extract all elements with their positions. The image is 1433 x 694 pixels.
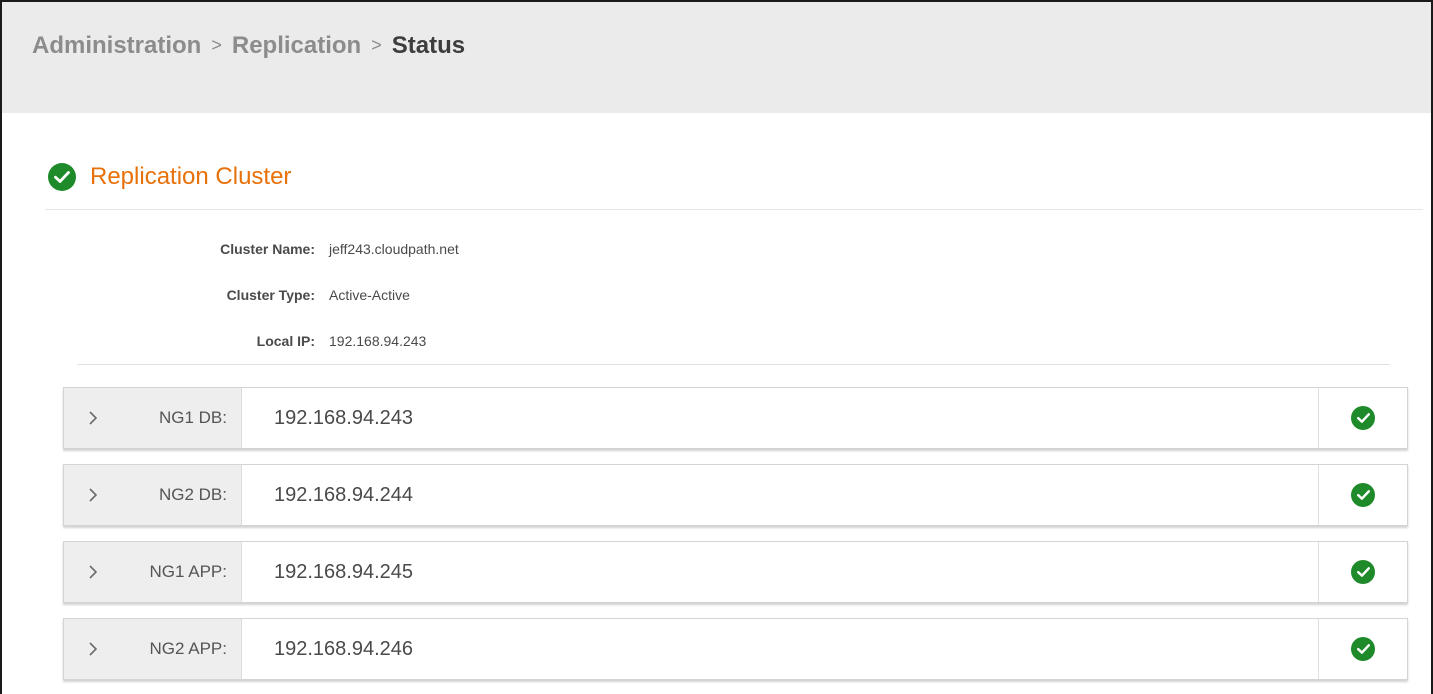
node-label: NG1 DB:: [158, 408, 227, 427]
node-status-cell: [1318, 619, 1407, 679]
node-list: NG1 DB: 192.168.94.243 NG2 DB: 192.168.9…: [63, 387, 1408, 694]
node-ip: 192.168.94.246: [274, 638, 414, 660]
local-ip-label: Local IP:: [256, 333, 315, 349]
window-frame: Administration > Replication > Status Replic…: [0, 0, 1433, 694]
cluster-name-label: Cluster Name:: [220, 241, 315, 257]
node-label-cell: NG1 DB:: [64, 388, 242, 448]
check-circle-icon: [1351, 483, 1375, 507]
local-ip-row: Local IP: 192.168.94.243: [17, 333, 617, 357]
breadcrumb-separator: >: [371, 35, 382, 55]
node-label: NG2 APP:: [149, 639, 227, 658]
cluster-type-label: Cluster Type:: [226, 287, 315, 303]
chevron-right-icon[interactable]: [86, 563, 100, 581]
check-circle-icon: [1351, 560, 1375, 584]
divider: [77, 364, 1390, 365]
node-ip: 192.168.94.245: [274, 561, 414, 583]
check-circle-icon: [1351, 637, 1375, 661]
chevron-right-icon[interactable]: [86, 486, 100, 504]
node-ip: 192.168.94.243: [274, 407, 414, 429]
node-label-cell: NG1 APP:: [64, 542, 242, 602]
node-label: NG2 DB:: [158, 485, 227, 504]
node-label: NG1 APP:: [149, 562, 227, 581]
cluster-name-row: Cluster Name: jeff243.cloudpath.net: [17, 241, 617, 265]
node-row-ng1-app[interactable]: NG1 APP: 192.168.94.245: [63, 541, 1408, 603]
node-row-ng2-db[interactable]: NG2 DB: 192.168.94.244: [63, 464, 1408, 526]
breadcrumb: Administration > Replication > Status: [32, 32, 465, 60]
node-status-cell: [1318, 465, 1407, 525]
divider: [45, 209, 1423, 210]
cluster-type-row: Cluster Type: Active-Active: [17, 287, 617, 311]
cluster-name-value: jeff243.cloudpath.net: [329, 241, 459, 257]
cluster-type-value: Active-Active: [329, 287, 410, 303]
breadcrumb-item-administration[interactable]: Administration: [32, 32, 201, 59]
node-status-cell: [1318, 388, 1407, 448]
node-label-cell: NG2 APP:: [64, 619, 242, 679]
local-ip-value: 192.168.94.243: [329, 333, 427, 349]
node-label-cell: NG2 DB:: [64, 465, 242, 525]
node-status-cell: [1318, 542, 1407, 602]
node-row-ng1-db[interactable]: NG1 DB: 192.168.94.243: [63, 387, 1408, 449]
cluster-info: Cluster Name: jeff243.cloudpath.net Clus…: [17, 241, 617, 379]
chevron-right-icon[interactable]: [86, 409, 100, 427]
section-header: Replication Cluster: [48, 163, 291, 191]
node-row-ng2-app[interactable]: NG2 APP: 192.168.94.246: [63, 618, 1408, 680]
chevron-right-icon[interactable]: [86, 640, 100, 658]
page-header: Administration > Replication > Status: [2, 2, 1431, 113]
breadcrumb-separator: >: [211, 35, 222, 55]
breadcrumb-item-status: Status: [391, 32, 466, 59]
main-content: Replication Cluster Cluster Name: jeff24…: [17, 113, 1431, 694]
breadcrumb-item-replication[interactable]: Replication: [232, 32, 361, 59]
check-circle-icon: [48, 163, 76, 191]
node-ip: 192.168.94.244: [274, 484, 414, 506]
section-title: Replication Cluster: [90, 163, 292, 190]
check-circle-icon: [1351, 406, 1375, 430]
